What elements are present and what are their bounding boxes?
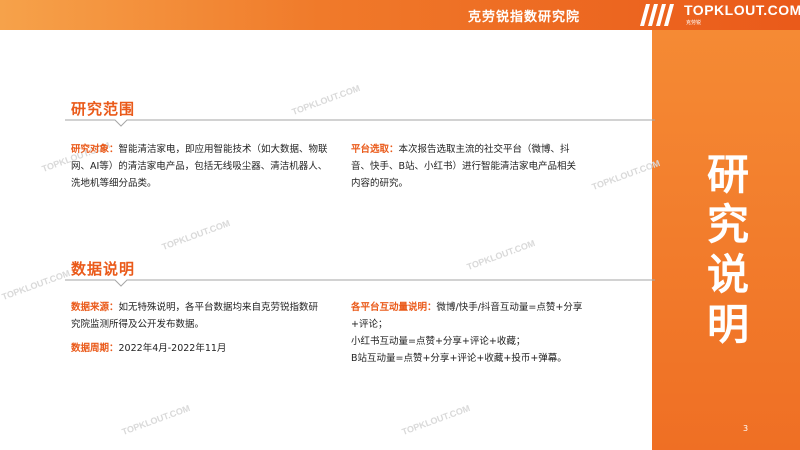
research-object-label: 研究对象： bbox=[71, 144, 119, 155]
watermark: TOPKLOUT.COM bbox=[465, 238, 537, 272]
watermark: TOPKLOUT.COM bbox=[0, 268, 72, 302]
platform-label: 平台选取： bbox=[351, 144, 399, 155]
interaction-line-2: 小红书互动量=点赞+分享+评论+收藏； bbox=[351, 336, 526, 347]
data-period-label: 数据周期： bbox=[71, 343, 119, 354]
brand-logo: TOPKLOUT.COM bbox=[684, 2, 800, 18]
watermark: TOPKLOUT.COM bbox=[400, 403, 472, 437]
section-title-data: 数据说明 bbox=[71, 260, 136, 278]
vertical-title-char: 明 bbox=[706, 300, 749, 349]
page-number: 3 bbox=[743, 424, 749, 433]
stripes-icon bbox=[640, 4, 674, 26]
section-divider bbox=[65, 279, 655, 287]
vertical-title-char: 究 bbox=[706, 200, 749, 249]
vertical-title-char: 研 bbox=[706, 150, 749, 199]
section-title-scope: 研究范围 bbox=[71, 100, 136, 118]
watermark: TOPKLOUT.COM bbox=[290, 83, 362, 117]
section-divider bbox=[65, 119, 655, 127]
research-object-block: 研究对象：智能清洁家电，即应用智能技术（如大数据、物联网、AI等）的清洁家电产品… bbox=[71, 141, 333, 192]
top-header-bar: 克劳锐指数研究院 TOPKLOUT.COM 克劳锐 bbox=[0, 0, 800, 30]
data-source-block: 数据来源：如无特殊说明，各平台数据均来自克劳锐指数研究院监测所得及公开发布数据。… bbox=[71, 299, 321, 357]
org-name: 克劳锐指数研究院 bbox=[468, 10, 581, 25]
vertical-title-char: 说 bbox=[706, 250, 749, 299]
watermark: TOPKLOUT.COM bbox=[590, 158, 662, 192]
watermark: TOPKLOUT.COM bbox=[120, 403, 192, 437]
interaction-block: 各平台互动量说明：微博/快手/抖音互动量=点赞+分享+评论； 小红书互动量=点赞… bbox=[351, 299, 587, 367]
brand-subtitle: 克劳锐 bbox=[686, 20, 702, 26]
watermark: TOPKLOUT.COM bbox=[160, 218, 232, 252]
vertical-title: 研 究 说 明 bbox=[700, 150, 756, 350]
data-period-text: 2022年4月-2022年11月 bbox=[118, 343, 227, 354]
platform-block: 平台选取：本次报告选取主流的社交平台（微博、抖音、快手、B站、小红书）进行智能清… bbox=[351, 141, 583, 192]
data-source-label: 数据来源： bbox=[71, 302, 119, 313]
interaction-label: 各平台互动量说明： bbox=[351, 302, 437, 313]
interaction-line-3: B站互动量=点赞+分享+评论+收藏+投币+弹幕。 bbox=[351, 353, 567, 364]
